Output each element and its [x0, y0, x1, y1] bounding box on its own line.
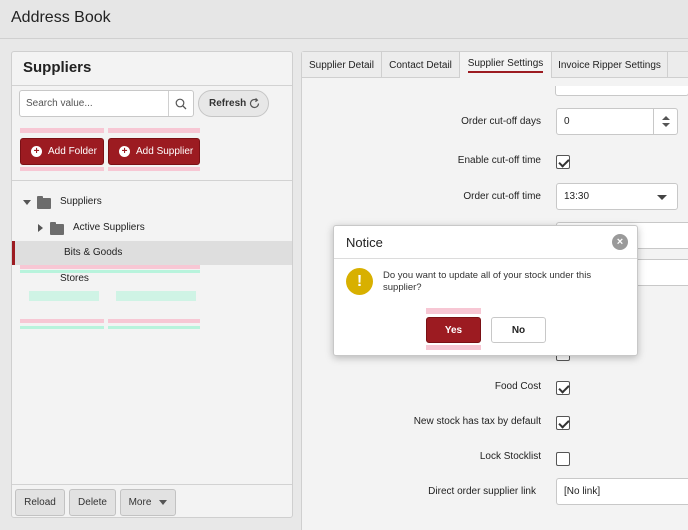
- dialog-title: Notice: [346, 235, 383, 250]
- add-folder-label: Add Folder: [48, 146, 97, 157]
- tree-item-bits-goods[interactable]: Bits & Goods: [12, 241, 292, 265]
- highlight-strip: [108, 167, 200, 171]
- app-header: Address Book: [0, 0, 688, 39]
- chevron-down-icon: [159, 500, 168, 505]
- highlight-strip: [108, 326, 200, 329]
- divider: [12, 484, 292, 485]
- tree-label: Suppliers: [60, 196, 102, 207]
- yes-button[interactable]: Yes: [426, 317, 481, 343]
- add-folder-button[interactable]: + Add Folder: [20, 138, 104, 165]
- lock-stocklist-checkbox[interactable]: [556, 452, 570, 466]
- add-supplier-label: Add Supplier: [136, 146, 194, 157]
- search-input[interactable]: [20, 91, 170, 116]
- highlight-strip: [108, 319, 200, 323]
- tab-contact-detail[interactable]: Contact Detail: [382, 52, 460, 78]
- delete-button[interactable]: Delete: [69, 489, 116, 516]
- highlight-strip: [116, 291, 196, 301]
- direct-order-value: [No link]: [564, 486, 601, 497]
- tree-item-suppliers[interactable]: Suppliers: [12, 190, 292, 214]
- cutoff-time-select[interactable]: 13:30: [556, 183, 678, 210]
- tree-label: Active Suppliers: [73, 222, 145, 233]
- direct-order-select[interactable]: [No link]: [556, 478, 688, 505]
- reload-button[interactable]: Reload: [15, 489, 65, 516]
- divider: [12, 85, 292, 86]
- chevron-down-icon: [657, 195, 667, 200]
- warning-icon: !: [346, 268, 373, 295]
- plus-icon: +: [119, 146, 130, 157]
- search-icon: [175, 98, 187, 109]
- no-button[interactable]: No: [491, 317, 546, 343]
- direct-order-label: Direct order supplier link: [428, 486, 536, 497]
- highlight-strip: [426, 308, 481, 314]
- highlight-strip: [20, 128, 104, 133]
- add-supplier-button[interactable]: + Add Supplier: [108, 138, 200, 165]
- refresh-button[interactable]: Refresh: [198, 90, 269, 117]
- notice-dialog: Notice × ! Do you want to update all of …: [333, 225, 638, 356]
- refresh-label: Refresh: [209, 98, 247, 109]
- search-box: [19, 90, 194, 117]
- cutoff-days-input[interactable]: 0: [556, 108, 678, 135]
- highlight-strip: [426, 345, 481, 350]
- chevron-right-icon[interactable]: [38, 224, 43, 232]
- cutoff-days-label: Order cut-off days: [461, 116, 541, 127]
- enable-cutoff-label: Enable cut-off time: [457, 155, 541, 166]
- more-button[interactable]: More: [120, 489, 176, 516]
- quantity-stepper[interactable]: [653, 109, 677, 134]
- tree-item-stores[interactable]: Stores: [12, 267, 292, 291]
- cutoff-time-value: 13:30: [564, 191, 590, 202]
- folder-icon: [50, 222, 64, 235]
- panel-title: Suppliers: [23, 59, 92, 76]
- highlight-strip: [20, 319, 104, 323]
- highlight-strip: [29, 291, 99, 301]
- cutoff-days-value: 0: [564, 116, 570, 127]
- more-label: More: [128, 497, 152, 508]
- enable-cutoff-checkbox[interactable]: [556, 155, 570, 169]
- dialog-header: Notice ×: [334, 226, 637, 259]
- new-stock-tax-checkbox[interactable]: [556, 416, 570, 430]
- app-title: Address Book: [11, 9, 111, 26]
- folder-icon: [37, 196, 51, 209]
- close-icon[interactable]: ×: [612, 234, 628, 250]
- chevron-down-icon[interactable]: [23, 200, 31, 205]
- search-button[interactable]: [168, 91, 193, 116]
- plus-icon: +: [31, 146, 42, 157]
- divider: [12, 180, 292, 181]
- hidden-field[interactable]: [555, 86, 688, 96]
- suppliers-panel: Suppliers Refresh + Add Folder + Add Sup…: [11, 51, 293, 518]
- tab-supplier-detail[interactable]: Supplier Detail: [302, 52, 382, 78]
- tree-label: Stores: [60, 273, 89, 284]
- tabs-bar: Supplier Detail Contact Detail Supplier …: [302, 52, 688, 78]
- new-stock-tax-label: New stock has tax by default: [413, 416, 541, 427]
- highlight-strip: [108, 128, 200, 133]
- lock-stocklist-label: Lock Stocklist: [479, 451, 541, 462]
- highlight-strip: [20, 167, 104, 171]
- food-cost-label: Food Cost: [494, 381, 541, 392]
- tree-label: Bits & Goods: [64, 247, 123, 258]
- highlight-strip: [20, 326, 104, 329]
- refresh-icon: [249, 97, 260, 109]
- dialog-message: Do you want to update all of your stock …: [383, 270, 592, 293]
- cutoff-time-label: Order cut-off time: [463, 191, 541, 202]
- tab-supplier-settings[interactable]: Supplier Settings: [460, 52, 552, 78]
- tree-item-active-suppliers[interactable]: Active Suppliers: [12, 216, 292, 240]
- food-cost-checkbox[interactable]: [556, 381, 570, 395]
- tab-invoice-ripper-settings[interactable]: Invoice Ripper Settings: [552, 52, 668, 78]
